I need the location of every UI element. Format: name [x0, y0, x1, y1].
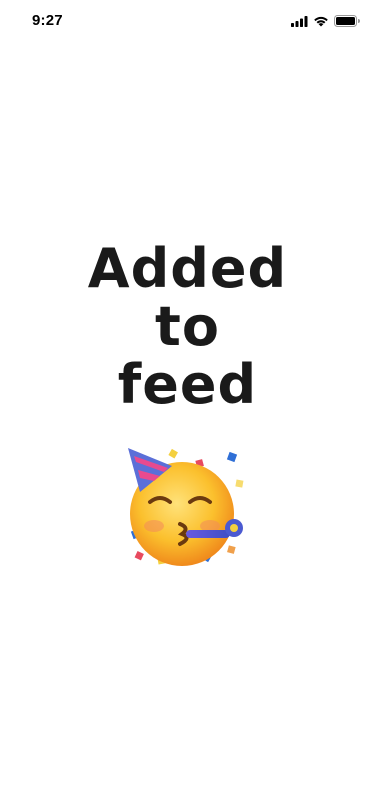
wifi-icon [314, 16, 328, 27]
cellular-signal-icon [291, 16, 308, 27]
status-time: 9:27 [32, 12, 63, 29]
status-icons [291, 14, 361, 28]
headline-line-3: feed [117, 353, 258, 416]
headline-line-1: Added [87, 237, 288, 300]
headline: Added to feed [0, 240, 375, 414]
status-bar: 9:27 [0, 0, 375, 44]
partying-face-emoji [120, 448, 250, 568]
battery-icon [334, 15, 360, 27]
added-to-feed-message: Added to feed [0, 240, 375, 414]
headline-line-2: to [155, 295, 220, 358]
